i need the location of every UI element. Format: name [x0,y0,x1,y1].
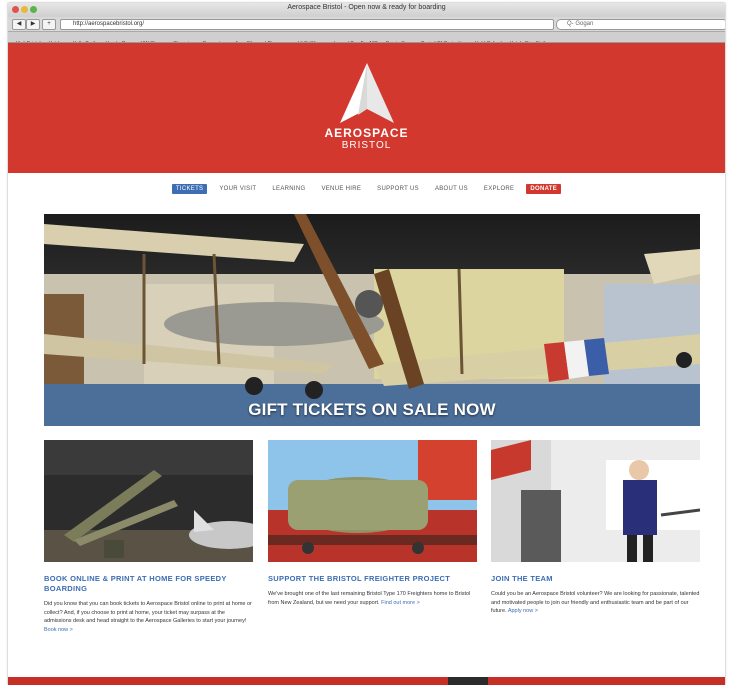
card-body: We've brought one of the last remaining … [268,590,477,607]
card-body: Could you be an Aerospace Bristol volunt… [491,590,700,616]
nav-item-tickets[interactable]: TICKETS [171,184,208,194]
site-header: AEROSPACE BRISTOL [8,43,725,173]
missile-gallery-photo [44,440,253,562]
paper-plane-logo-icon[interactable] [340,63,394,123]
hero-banner[interactable]: GIFT TICKETS ON SALE NOW [44,214,700,426]
main-navigation: TICKETS YOUR VISIT LEARNING VENUE HIRE SUPPO… [8,184,725,196]
card-body-text: We've brought one of the last remaining … [268,591,471,606]
nav-item-your-visit[interactable]: YOUR VISIT [215,184,260,194]
back-button[interactable]: ◀ [12,19,26,30]
address-bar[interactable]: http://aerospacebristol.org/ [60,19,554,30]
nav-item-support-us[interactable]: SUPPORT US [373,184,423,194]
card-body-text: Did you know that you can book tickets t… [44,601,252,624]
nav-item-learning[interactable]: LEARNING [268,184,309,194]
footer-tab[interactable] [448,677,488,685]
biplane-hangar-photo [44,214,700,426]
card-book-online: BOOK ONLINE & PRINT AT HOME FOR SPEEDY B… [44,440,253,634]
window-title: Aerospace Bristol - Open now & ready for… [287,4,446,11]
freighter-fuselage-photo [268,440,477,562]
nav-item-donate[interactable]: DONATE [526,184,562,194]
logo-text-aerospace: AEROSPACE [324,126,409,140]
book-now-link[interactable]: Book now > [44,627,73,633]
nav-item-about-us[interactable]: ABOUT US [431,184,472,194]
forward-button[interactable]: ▶ [26,19,40,30]
bookmarks-bar: Visit BristolHotdogHello TrailsHonda Gua… [8,32,725,43]
card-image-freighter[interactable] [268,440,477,562]
add-bookmark-button[interactable]: + [42,19,56,30]
card-title[interactable]: SUPPORT THE BRISTOL FREIGHTER PROJECT [268,574,477,584]
browser-toolbar: ◀ ▶ + http://aerospacebristol.org/ Q- Go… [8,17,725,32]
card-image-volunteer[interactable] [491,440,700,562]
card-freighter-project: SUPPORT THE BRISTOL FREIGHTER PROJECT We… [268,440,477,607]
window-titlebar: Aerospace Bristol - Open now & ready for… [8,3,725,18]
find-out-more-link[interactable]: Find out more > [381,600,420,606]
card-title[interactable]: JOIN THE TEAM [491,574,700,584]
card-image-missiles[interactable] [44,440,253,562]
volunteer-photo [491,440,700,562]
card-body: Did you know that you can book tickets t… [44,600,253,634]
card-title[interactable]: BOOK ONLINE & PRINT AT HOME FOR SPEEDY B… [44,574,253,594]
footer-bar [8,677,725,685]
logo-text-bristol: BRISTOL [341,140,392,151]
browser-window: Aerospace Bristol - Open now & ready for… [8,3,725,685]
apply-now-link[interactable]: Apply now > [508,608,538,614]
nav-item-explore[interactable]: EXPLORE [480,184,518,194]
card-join-team: JOIN THE TEAM Could you be an Aerospace … [491,440,700,616]
hero-caption[interactable]: GIFT TICKETS ON SALE NOW [44,400,700,420]
search-field[interactable]: Q- Gogan [556,19,725,30]
nav-item-venue-hire[interactable]: VENUE HIRE [317,184,365,194]
